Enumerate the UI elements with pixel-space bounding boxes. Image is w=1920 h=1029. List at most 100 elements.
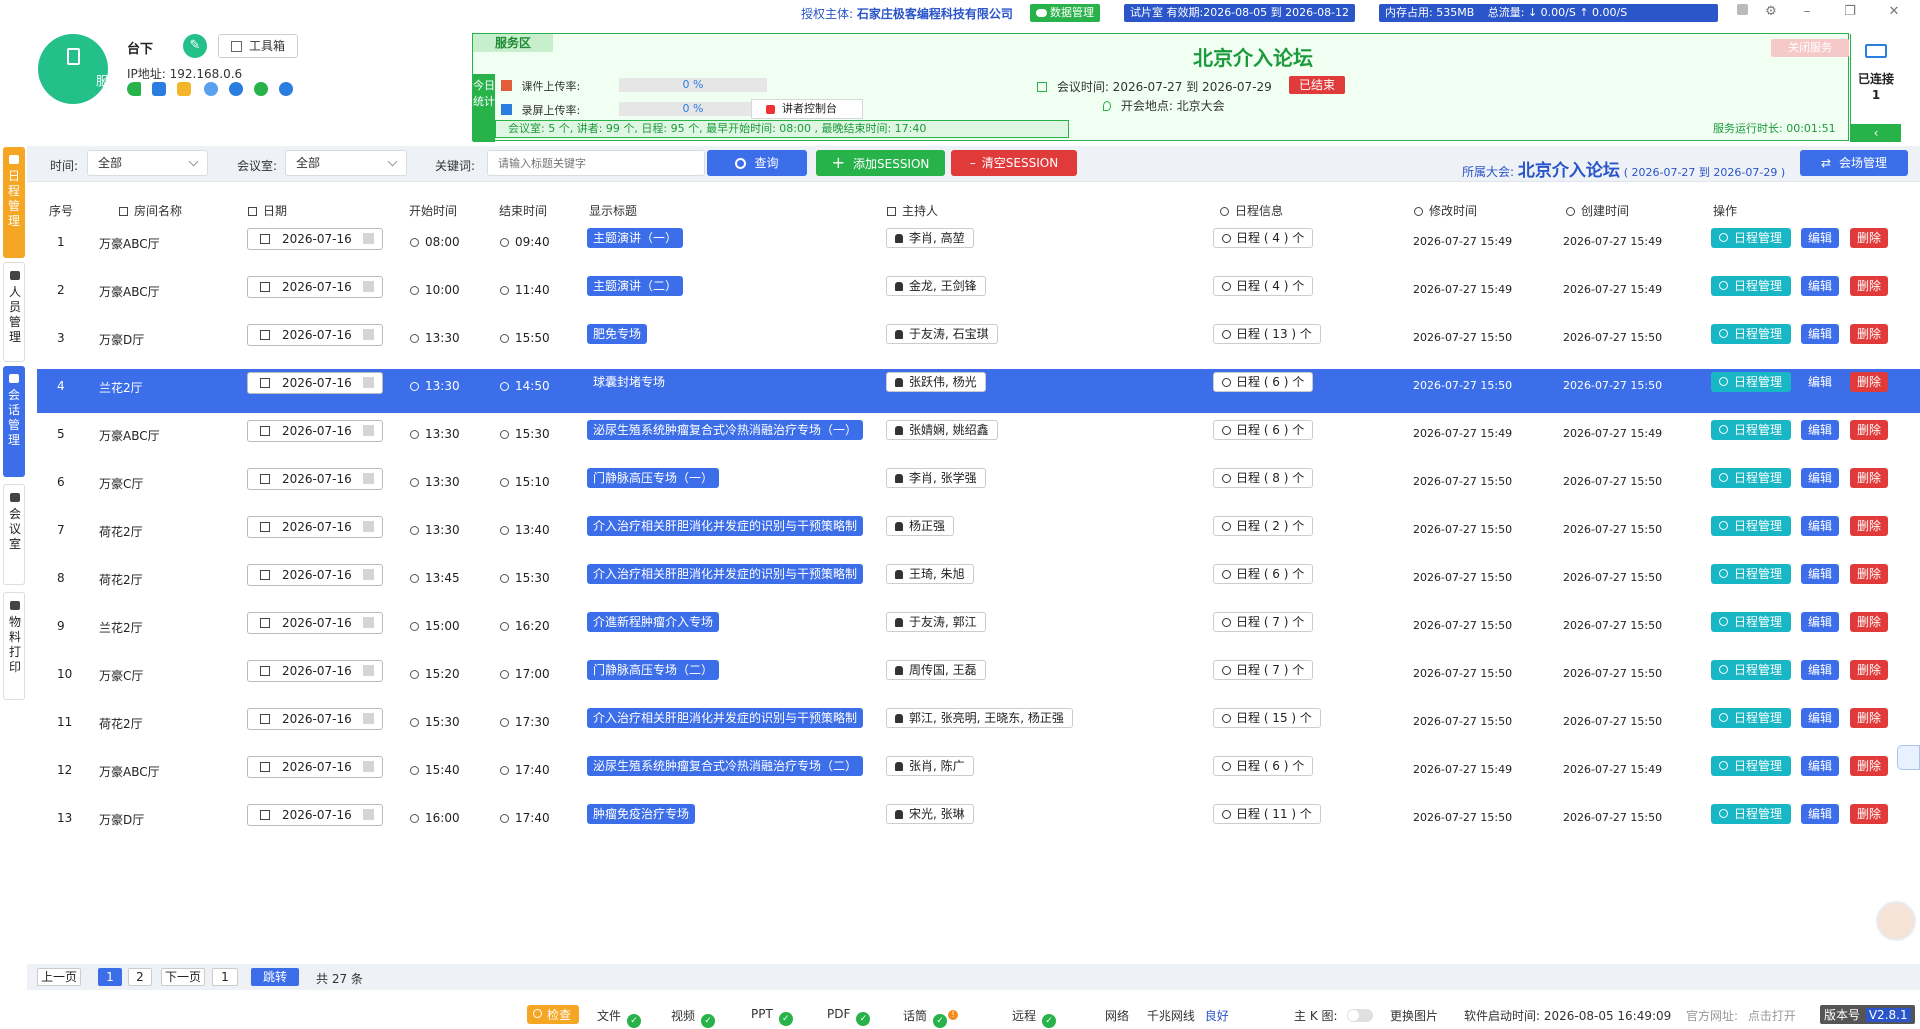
date-picker[interactable]: 2026-07-16 bbox=[247, 612, 383, 634]
session-title-tag[interactable]: 主题演讲（二） bbox=[587, 276, 684, 296]
edit-button[interactable]: 编辑 bbox=[1801, 708, 1839, 728]
schedule-manage-button[interactable]: 日程管理 bbox=[1711, 516, 1791, 536]
nav-room[interactable]: 会议室 bbox=[3, 484, 25, 585]
browser-icon[interactable] bbox=[229, 82, 243, 96]
help-icon[interactable] bbox=[1732, 2, 1752, 22]
schedule-count[interactable]: 日程 ( 8 ) 个 bbox=[1213, 468, 1314, 488]
edit-button[interactable]: 编辑 bbox=[1801, 756, 1839, 776]
wechat-icon[interactable] bbox=[254, 82, 268, 96]
schedule-count[interactable]: 日程 ( 11 ) 个 bbox=[1213, 804, 1321, 824]
nav-schedule[interactable]: 日程管理 bbox=[3, 147, 25, 258]
room-select[interactable]: 全部 bbox=[285, 150, 407, 176]
table-row[interactable]: 7 荷花2厅 2026-07-16 13:30 13:40 介入治疗相关肝胆消化并发症的识… bbox=[37, 516, 1920, 565]
session-title-tag[interactable]: 介入治疗相关肝胆消化并发症的识别与干预策略制 bbox=[587, 708, 864, 728]
clear-session-button[interactable]: – 清空SESSION bbox=[951, 150, 1077, 176]
delete-button[interactable]: 删除 bbox=[1850, 468, 1888, 488]
page-1-button[interactable]: 1 bbox=[98, 968, 122, 986]
schedule-count[interactable]: 日程 ( 15 ) 个 bbox=[1213, 708, 1321, 728]
clear-icon[interactable] bbox=[363, 665, 374, 676]
clear-icon[interactable] bbox=[363, 761, 374, 772]
nav-people[interactable]: 人员管理 bbox=[3, 262, 25, 362]
date-picker[interactable]: 2026-07-16 bbox=[247, 420, 383, 442]
search-globe-icon[interactable] bbox=[279, 82, 293, 96]
session-title-tag[interactable]: 球囊封堵专场 bbox=[587, 372, 671, 392]
session-title-tag[interactable]: 肥免专场 bbox=[587, 324, 648, 344]
folder-icon[interactable] bbox=[177, 82, 191, 96]
date-picker[interactable]: 2026-07-16 bbox=[247, 468, 383, 490]
schedule-manage-button[interactable]: 日程管理 bbox=[1711, 804, 1791, 824]
next-page-button[interactable]: 下一页 bbox=[161, 968, 205, 986]
session-title-tag[interactable]: 介入治疗相关肝胆消化并发症的识别与干预策略制 bbox=[587, 516, 864, 536]
schedule-count[interactable]: 日程 ( 6 ) 个 bbox=[1213, 372, 1314, 392]
schedule-manage-button[interactable]: 日程管理 bbox=[1711, 708, 1791, 728]
session-title-tag[interactable]: 泌尿生殖系统肿瘤复合式冷热消融治疗专场（二） bbox=[587, 756, 864, 776]
schedule-count[interactable]: 日程 ( 4 ) 个 bbox=[1213, 228, 1314, 248]
schedule-manage-button[interactable]: 日程管理 bbox=[1711, 564, 1791, 584]
session-title-tag[interactable]: 门静脉高压专场（一） bbox=[587, 468, 720, 488]
table-row[interactable]: 6 万豪C厅 2026-07-16 13:30 15:10 门静脉高压专场（一） 李肖, 张… bbox=[37, 468, 1920, 517]
table-row[interactable]: 5 万豪ABC厅 2026-07-16 13:30 15:30 泌尿生殖系统肿瘤复合式冷热… bbox=[37, 420, 1920, 469]
official-site-link[interactable]: 点击打开 bbox=[1748, 1009, 1796, 1023]
add-session-button[interactable]: + 添加SESSION bbox=[816, 150, 945, 176]
delete-button[interactable]: 删除 bbox=[1850, 756, 1888, 776]
table-row[interactable]: 8 荷花2厅 2026-07-16 13:45 15:30 介入治疗相关肝胆消化并发症的识… bbox=[37, 564, 1920, 613]
jump-page-input[interactable]: 1 bbox=[212, 968, 238, 986]
volume-icon[interactable] bbox=[127, 82, 141, 96]
schedule-manage-button[interactable]: 日程管理 bbox=[1711, 468, 1791, 488]
session-title-tag[interactable]: 泌尿生殖系统肿瘤复合式冷热消融治疗专场（一） bbox=[587, 420, 864, 440]
table-row[interactable]: 12 万豪ABC厅 2026-07-16 15:40 17:40 泌尿生殖系统肿瘤复合式冷… bbox=[37, 756, 1920, 805]
assistant-avatar-icon[interactable] bbox=[1876, 901, 1916, 941]
collapse-icon[interactable]: ‹ bbox=[1851, 124, 1901, 142]
date-picker[interactable]: 2026-07-16 bbox=[247, 276, 383, 298]
delete-button[interactable]: 删除 bbox=[1850, 660, 1888, 680]
edit-button[interactable]: 编辑 bbox=[1801, 228, 1839, 248]
clear-icon[interactable] bbox=[363, 473, 374, 484]
edit-button[interactable]: 编辑 bbox=[1801, 804, 1839, 824]
table-row[interactable]: 10 万豪C厅 2026-07-16 15:20 17:00 门静脉高压专场（二） 周传国,… bbox=[37, 660, 1920, 709]
schedule-manage-button[interactable]: 日程管理 bbox=[1711, 324, 1791, 344]
schedule-manage-button[interactable]: 日程管理 bbox=[1711, 372, 1791, 392]
table-row[interactable]: 3 万豪D厅 2026-07-16 13:30 15:50 肥免专场 于友涛, 石宝琪 日程 … bbox=[37, 324, 1920, 373]
delete-button[interactable]: 删除 bbox=[1850, 228, 1888, 248]
date-picker[interactable]: 2026-07-16 bbox=[247, 756, 383, 778]
minimize-icon[interactable]: – bbox=[1797, 2, 1817, 22]
schedule-manage-button[interactable]: 日程管理 bbox=[1711, 756, 1791, 776]
edit-button[interactable]: 编辑 bbox=[1801, 516, 1839, 536]
session-title-tag[interactable]: 主题演讲（一） bbox=[587, 228, 684, 248]
edit-button[interactable]: 编辑 bbox=[1801, 564, 1839, 584]
check-button[interactable]: 检查 bbox=[527, 1005, 580, 1024]
data-management-button[interactable]: 数据管理 bbox=[1030, 4, 1100, 22]
edit-button[interactable]: 编辑 bbox=[1801, 372, 1839, 392]
session-title-tag[interactable]: 肿瘤免疫治疗专场 bbox=[587, 804, 696, 824]
prev-page-button[interactable]: 上一页 bbox=[37, 968, 81, 986]
session-title-tag[interactable]: 门静脉高压专场（二） bbox=[587, 660, 720, 680]
schedule-manage-button[interactable]: 日程管理 bbox=[1711, 660, 1791, 680]
edit-button[interactable]: 编辑 bbox=[1801, 660, 1839, 680]
delete-button[interactable]: 删除 bbox=[1850, 420, 1888, 440]
schedule-count[interactable]: 日程 ( 2 ) 个 bbox=[1213, 516, 1314, 536]
table-row[interactable]: 4 兰花2厅 2026-07-16 13:30 14:50 球囊封堵专场 张跃伟, 杨光 日程… bbox=[37, 369, 1920, 413]
date-picker[interactable]: 2026-07-16 bbox=[247, 372, 383, 394]
schedule-count[interactable]: 日程 ( 7 ) 个 bbox=[1213, 660, 1314, 680]
delete-button[interactable]: 删除 bbox=[1850, 564, 1888, 584]
schedule-manage-button[interactable]: 日程管理 bbox=[1711, 612, 1791, 632]
table-row[interactable]: 9 兰花2厅 2026-07-16 15:00 16:20 介進新程肿瘤介入专场 于友涛, … bbox=[37, 612, 1920, 661]
clear-icon[interactable] bbox=[363, 425, 374, 436]
service-avatar[interactable]: 服务 bbox=[38, 34, 120, 104]
clear-icon[interactable] bbox=[363, 377, 374, 388]
schedule-count[interactable]: 日程 ( 7 ) 个 bbox=[1213, 612, 1314, 632]
edit-button[interactable]: 编辑 bbox=[1801, 468, 1839, 488]
restore-icon[interactable]: ❐ bbox=[1840, 2, 1860, 22]
edit-button[interactable]: 编辑 bbox=[1801, 612, 1839, 632]
search-button[interactable]: 查询 bbox=[707, 150, 807, 176]
delete-button[interactable]: 删除 bbox=[1850, 708, 1888, 728]
schedule-manage-button[interactable]: 日程管理 bbox=[1711, 228, 1791, 248]
clear-icon[interactable] bbox=[363, 521, 374, 532]
table-row[interactable]: 13 万豪D厅 2026-07-16 16:00 17:40 肿瘤免疫治疗专场 宋光, 张琳… bbox=[37, 804, 1920, 853]
delete-button[interactable]: 删除 bbox=[1850, 804, 1888, 824]
edit-button[interactable]: 编辑 bbox=[1801, 324, 1839, 344]
clear-icon[interactable] bbox=[363, 569, 374, 580]
schedule-manage-button[interactable]: 日程管理 bbox=[1711, 420, 1791, 440]
edit-button[interactable]: 编辑 bbox=[1801, 276, 1839, 296]
date-picker[interactable]: 2026-07-16 bbox=[247, 708, 383, 730]
